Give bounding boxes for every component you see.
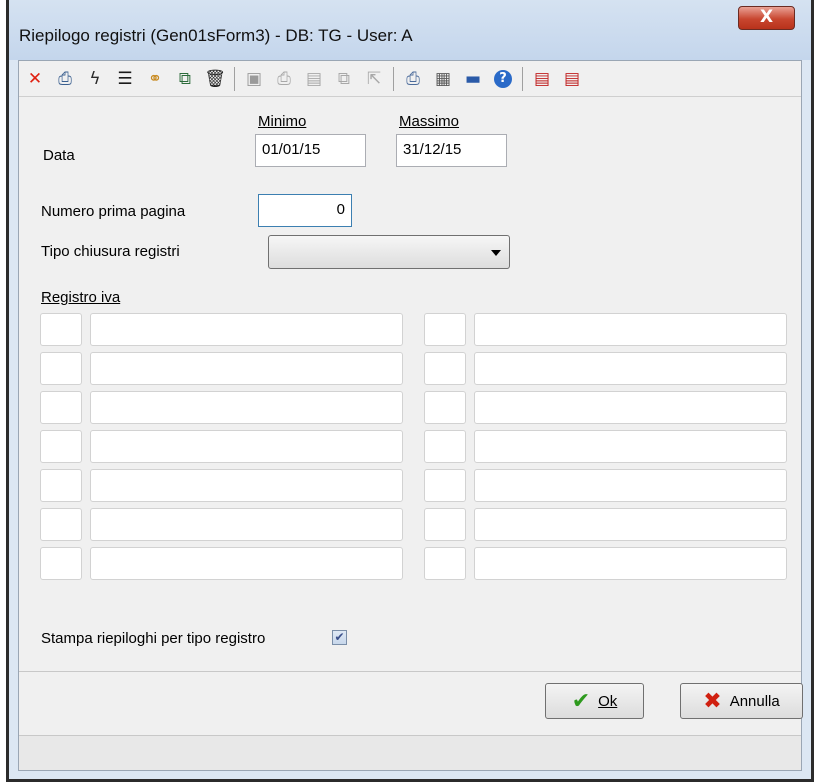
registro-description-cell[interactable] [90,430,403,463]
registro-code-cell[interactable] [424,352,466,385]
window-frame: Riepilogo registri (Gen01sForm3) - DB: T… [6,0,814,782]
registro-code-cell[interactable] [424,430,466,463]
data-label: Data [43,147,75,164]
registro-code-cell[interactable] [40,430,82,463]
data-min-field[interactable]: 01/01/15 [255,134,366,167]
registro-code-cell[interactable] [40,352,82,385]
registro-description-cell[interactable] [90,313,403,346]
ok-button[interactable]: ✔ Ok [545,683,644,719]
registro-code-cell[interactable] [40,469,82,502]
checkmark-icon: ✔ [571,688,591,714]
registro-code-cell[interactable] [424,391,466,424]
registro-description-cell[interactable] [90,547,403,580]
copy-icon[interactable]: ⧉ [332,67,356,91]
export-icon[interactable]: ⇱ [362,67,386,91]
toolbar-separator [234,66,235,91]
registro-description-cell[interactable] [474,430,787,463]
ok-label: Ok [598,692,618,710]
registro-code-cell[interactable] [424,313,466,346]
registro-description-cell[interactable] [474,391,787,424]
registro-description-cell[interactable] [90,391,403,424]
toolbar-separator [522,66,523,91]
numero-prima-pagina-label: Numero prima pagina [41,203,186,220]
cancel-x-icon: ✖ [703,688,722,714]
calendar-icon[interactable]: ▬ [461,67,485,91]
registro-code-cell[interactable] [40,391,82,424]
calculator-icon[interactable]: ▦ [431,67,455,91]
registro-code-cell[interactable] [40,508,82,541]
lightning-icon[interactable]: ϟ [83,67,107,91]
printer-setup-icon[interactable]: ⎙ [401,67,425,91]
minimo-label: Minimo [258,113,307,130]
list-icon[interactable]: ☰ [113,67,137,91]
trash-icon[interactable]: 🗑 [203,67,227,91]
tipo-chiusura-dropdown[interactable] [268,235,510,269]
preview-icon[interactable]: ▣ [242,67,266,91]
registro-description-cell[interactable] [90,469,403,502]
delete-icon[interactable]: ✕ [23,67,47,91]
annulla-button[interactable]: ✖ Annulla [680,683,803,719]
registro-code-cell[interactable] [424,508,466,541]
record-down-icon[interactable]: ▤ [560,67,584,91]
stampa-riepiloghi-label: Stampa riepiloghi per tipo registro [41,630,266,647]
data-max-field[interactable]: 31/12/15 [396,134,507,167]
divider [19,671,801,672]
record-up-icon[interactable]: ▤ [530,67,554,91]
registro-description-cell[interactable] [90,352,403,385]
registro-description-cell[interactable] [474,313,787,346]
registro-code-cell[interactable] [40,313,82,346]
handshake-icon[interactable]: ⚭ [143,67,167,91]
registro-code-cell[interactable] [40,547,82,580]
tipo-chiusura-label: Tipo chiusura registri [41,243,180,260]
registro-description-cell[interactable] [90,508,403,541]
registro-description-cell[interactable] [474,469,787,502]
dialog-body: ✕ ⎙ ϟ ☰ ⚭ ⧉ 🗑 ▣ ⎙ ▤ ⧉ ⇱ ⎙ ▦ ▬? ▤ ▤ Minimo Massimo Data 0… [18,60,803,771]
registro-code-cell[interactable] [424,547,466,580]
registro-iva-label: Registro iva [41,289,121,306]
toolbar: ✕ ⎙ ϟ ☰ ⚭ ⧉ 🗑 ▣ ⎙ ▤ ⧉ ⇱ ⎙ ▦ ▬? ▤ ▤ [19,61,801,97]
chevron-down-icon [491,250,501,256]
massimo-label: Massimo [399,113,460,130]
registro-description-cell[interactable] [474,508,787,541]
toolbar-separator [393,66,394,91]
print-icon[interactable]: ⎙ [53,67,77,91]
stampa-riepiloghi-checkbox[interactable]: ✔ [332,630,347,645]
close-button[interactable]: X [738,6,795,30]
title-bar: Riepilogo registri (Gen01sForm3) - DB: T… [9,0,811,60]
window-title: Riepilogo registri (Gen01sForm3) - DB: T… [19,26,413,45]
status-bar [19,736,801,770]
window-icon[interactable]: ⧉ [173,67,197,91]
registro-code-cell[interactable] [424,469,466,502]
help-icon[interactable]: ? [494,69,512,88]
registro-description-cell[interactable] [474,547,787,580]
printer-disabled-icon[interactable]: ⎙ [272,67,296,91]
document-icon[interactable]: ▤ [302,67,326,91]
numero-prima-pagina-field[interactable]: 0 [258,194,352,227]
annulla-label: Annulla [729,692,780,710]
registro-description-cell[interactable] [474,352,787,385]
